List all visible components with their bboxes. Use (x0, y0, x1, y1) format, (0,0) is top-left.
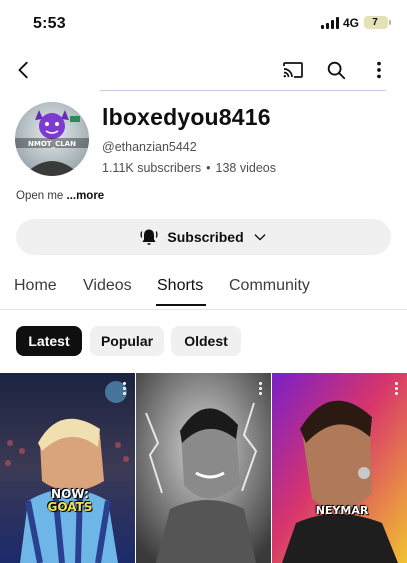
short-thumbnail[interactable]: NEYMAR (272, 373, 407, 563)
status-time: 5:53 (33, 15, 66, 32)
back-icon[interactable] (10, 56, 38, 84)
chevron-down-icon (254, 234, 265, 241)
channel-description[interactable]: Open me ...more (16, 190, 104, 202)
active-tab-indicator (156, 304, 206, 306)
more-vert-icon[interactable] (123, 382, 127, 397)
chip-oldest[interactable]: Oldest (171, 326, 241, 356)
short-caption: NEYMAR (315, 504, 369, 517)
short-thumbnail[interactable]: NOW: GOATS (0, 373, 135, 563)
channel-handle: @ethanzian5442 (102, 140, 197, 154)
network-type: 4G (343, 16, 360, 30)
more-vert-icon[interactable] (365, 56, 393, 84)
tab-community[interactable]: Community (229, 277, 310, 295)
channel-stats: 1.11K subscribers • 138 videos (102, 161, 276, 175)
more-link[interactable]: ...more (67, 190, 105, 202)
tabs-divider (0, 309, 407, 310)
stats-separator: • (206, 161, 211, 175)
subscribed-button[interactable]: Subscribed (16, 219, 391, 255)
caption-line-2: GOATS (47, 499, 93, 514)
status-bar: 5:53 4G 7 (0, 0, 407, 48)
video-count: 138 videos (215, 161, 276, 175)
short-thumbnail[interactable] (136, 373, 271, 563)
chip-popular[interactable]: Popular (90, 326, 164, 356)
more-vert-icon[interactable] (259, 382, 263, 397)
more-vert-icon[interactable] (395, 382, 399, 397)
short-caption: NOW: GOATS (45, 488, 95, 513)
search-icon[interactable] (322, 56, 350, 84)
tab-shorts[interactable]: Shorts (157, 277, 203, 295)
description-text: Open me (16, 190, 67, 202)
tab-home[interactable]: Home (14, 277, 57, 295)
channel-name: lboxedyou8416 (102, 104, 271, 130)
avatar[interactable]: NMOT_CLAN (15, 102, 89, 176)
header-divider (100, 90, 386, 91)
bell-icon (140, 229, 158, 245)
signal-icon (321, 17, 341, 29)
tab-videos[interactable]: Videos (83, 277, 132, 295)
battery-level: 7 (372, 17, 378, 28)
chip-latest[interactable]: Latest (16, 326, 82, 356)
subscribed-label: Subscribed (167, 229, 244, 245)
avatar-text: NMOT_CLAN (28, 140, 76, 148)
app-bar (0, 48, 407, 90)
battery-icon: 7 (364, 16, 391, 29)
subscriber-count: 1.11K subscribers (102, 161, 202, 175)
cast-icon[interactable] (279, 56, 307, 84)
